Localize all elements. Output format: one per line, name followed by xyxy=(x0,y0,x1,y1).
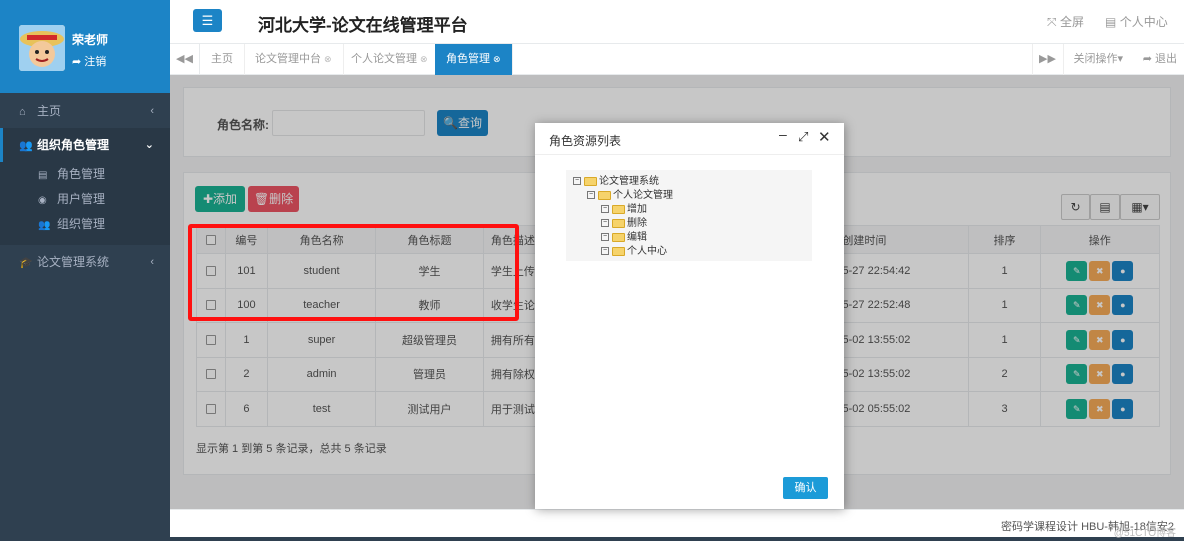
close-ops-label: 关闭操作 xyxy=(1073,53,1118,65)
tabs-scroll-right-button[interactable]: ▶▶ xyxy=(1032,44,1062,75)
logout-icon: ➦ xyxy=(72,56,82,68)
graduation-cap-icon: 🎓 xyxy=(19,257,33,269)
folder-icon xyxy=(612,204,625,214)
menu-toggle-button[interactable]: ☰ xyxy=(193,9,222,32)
tree-node-label: 删除 xyxy=(627,218,647,229)
tree-node-label: 论文管理系统 xyxy=(599,176,659,187)
sidebar-submenu: ▤ 角色管理 ◉ 用户管理 👥 组织管理 xyxy=(0,162,170,245)
double-chevron-right-icon: ▶▶ xyxy=(1039,53,1056,65)
watermark: @51CTO博客 xyxy=(1113,528,1176,539)
tab-thesis-center[interactable]: 论文管理中台 ⊗ xyxy=(244,44,344,75)
collapse-icon[interactable]: − xyxy=(601,247,609,256)
double-chevron-left-icon: ◀◀ xyxy=(176,53,193,65)
user-name: 荣老师 xyxy=(72,33,109,47)
logout-label: 注销 xyxy=(84,56,107,68)
close-icon[interactable]: ⊗ xyxy=(324,54,332,64)
tree-node[interactable]: − 删除 xyxy=(601,217,647,231)
id-card-icon: ▤ xyxy=(1105,15,1117,29)
tab-role-management[interactable]: 角色管理 ⊗ xyxy=(435,44,513,75)
close-icon[interactable]: ⊗ xyxy=(420,54,428,64)
expand-icon: ⤧ xyxy=(1047,15,1057,29)
footer: 密码学课程设计 HBU-韩旭-18信安2 xyxy=(170,509,1184,537)
personal-center-label: 个人中心 xyxy=(1119,15,1168,29)
group-icon: 👥 xyxy=(38,220,51,231)
maximize-icon[interactable]: ⤢ xyxy=(798,129,808,145)
collapse-icon[interactable]: − xyxy=(601,205,609,214)
home-icon: ⌂ xyxy=(19,106,26,118)
sidebar-item-thesis-system[interactable]: 🎓 论文管理系统 ‹ xyxy=(0,245,170,279)
folder-icon xyxy=(612,246,625,256)
sidebar-subitem-label: 组织管理 xyxy=(57,217,106,231)
folder-icon xyxy=(584,176,597,186)
exit-button[interactable]: ➦ 退出 xyxy=(1143,44,1177,75)
sidebar-subitem-user[interactable]: ◉ 用户管理 xyxy=(0,187,170,212)
chevron-down-icon: ⌄ xyxy=(144,139,154,151)
tree-node[interactable]: − 编辑 xyxy=(601,231,647,245)
highlight-annotation-box xyxy=(188,224,519,321)
avatar[interactable] xyxy=(19,25,65,71)
folder-icon xyxy=(612,218,625,228)
tab-personal-thesis[interactable]: 个人论文管理 ⊗ xyxy=(340,44,440,75)
sign-out-icon: ➦ xyxy=(1142,53,1152,65)
fullscreen-button[interactable]: ⤧ 全屏 xyxy=(1047,13,1084,30)
profile-panel: 荣老师 ➦ 注销 xyxy=(0,0,170,93)
page-title: 河北大学-论文在线管理平台 xyxy=(258,16,468,35)
tree-node-label: 个人中心 xyxy=(627,246,667,257)
fullscreen-label: 全屏 xyxy=(1059,15,1084,29)
tab-home[interactable]: 主页 xyxy=(200,44,245,75)
tree-node[interactable]: − 个人中心 xyxy=(601,245,667,259)
sidebar-item-label: 论文管理系统 xyxy=(37,255,110,269)
logout-link[interactable]: ➦ 注销 xyxy=(72,53,106,69)
tabs-scroll-left-button[interactable]: ◀◀ xyxy=(170,44,200,75)
tab-label: 角色管理 xyxy=(446,53,490,65)
bottom-strip xyxy=(170,537,1184,541)
exit-label: 退出 xyxy=(1155,53,1177,65)
users-icon: 👥 xyxy=(19,140,33,152)
collapse-icon[interactable]: − xyxy=(587,191,595,200)
tab-label: 个人论文管理 xyxy=(351,53,417,65)
sidebar-subitem-role[interactable]: ▤ 角色管理 xyxy=(0,162,170,187)
folder-icon xyxy=(612,232,625,242)
sidebar: 荣老师 ➦ 注销 ⌂ 主页 ‹ 👥 组织角色管理 ⌄ ▤ 角色管理 ◉ 用户管理 👥 组织管理… xyxy=(0,0,170,541)
chevron-left-icon: ‹ xyxy=(150,256,154,268)
id-card-icon: ▤ xyxy=(38,170,48,181)
tabs-bar: ◀◀ 主页 论文管理中台 ⊗ 个人论文管理 ⊗ 角色管理 ⊗ ▶▶ 关闭操作▾ ➦ 退… xyxy=(170,44,1184,75)
sidebar-item-home[interactable]: ⌂ 主页 ‹ xyxy=(0,94,170,128)
user-circle-icon: ◉ xyxy=(38,195,47,206)
sidebar-item-org-role[interactable]: 👥 组织角色管理 ⌄ xyxy=(0,128,170,162)
minimize-icon[interactable]: – xyxy=(779,126,787,142)
tab-label: 论文管理中台 xyxy=(255,53,321,65)
tree-node[interactable]: − 个人论文管理 xyxy=(587,189,673,203)
sidebar-subitem-label: 角色管理 xyxy=(57,167,106,181)
role-resource-dialog: 角色资源列表 – ⤢ ✕ − 论文管理系统 − 个人论文管理 − 增加 − 删除 − 编辑 − 个人中… xyxy=(535,123,844,509)
sidebar-subitem-org[interactable]: 👥 组织管理 xyxy=(0,212,170,237)
close-icon[interactable]: ✕ xyxy=(818,128,831,146)
tree-node-label: 个人论文管理 xyxy=(613,190,673,201)
close-icon[interactable]: ⊗ xyxy=(493,54,501,64)
personal-center-button[interactable]: ▤ 个人中心 xyxy=(1105,13,1168,30)
folder-icon xyxy=(598,190,611,200)
sidebar-subitem-label: 用户管理 xyxy=(57,192,106,206)
tree-node[interactable]: − 增加 xyxy=(601,203,647,217)
tree-node-label: 编辑 xyxy=(627,232,647,243)
resource-tree: − 论文管理系统 − 个人论文管理 − 增加 − 删除 − 编辑 − 个人中心 xyxy=(566,170,812,261)
caret-down-icon: ▾ xyxy=(1117,53,1123,65)
collapse-icon[interactable]: − xyxy=(601,233,609,242)
tree-node-label: 增加 xyxy=(627,204,647,215)
hamburger-icon: ☰ xyxy=(201,13,214,28)
sidebar-item-label: 组织角色管理 xyxy=(37,138,110,152)
sidebar-item-label: 主页 xyxy=(37,104,62,118)
collapse-icon[interactable]: − xyxy=(601,219,609,228)
chevron-left-icon: ‹ xyxy=(150,105,154,117)
collapse-icon[interactable]: − xyxy=(573,177,581,186)
top-header: ☰ 河北大学-论文在线管理平台 ⤧ 全屏 ▤ 个人中心 xyxy=(170,0,1184,44)
tree-node[interactable]: − 论文管理系统 xyxy=(573,175,659,189)
confirm-button[interactable]: 确认 xyxy=(783,477,828,499)
close-operations-dropdown[interactable]: 关闭操作▾ xyxy=(1063,44,1132,75)
dialog-title: 角色资源列表 xyxy=(549,134,622,148)
dialog-header: 角色资源列表 – ⤢ ✕ xyxy=(535,123,844,155)
tab-label: 主页 xyxy=(211,53,233,65)
